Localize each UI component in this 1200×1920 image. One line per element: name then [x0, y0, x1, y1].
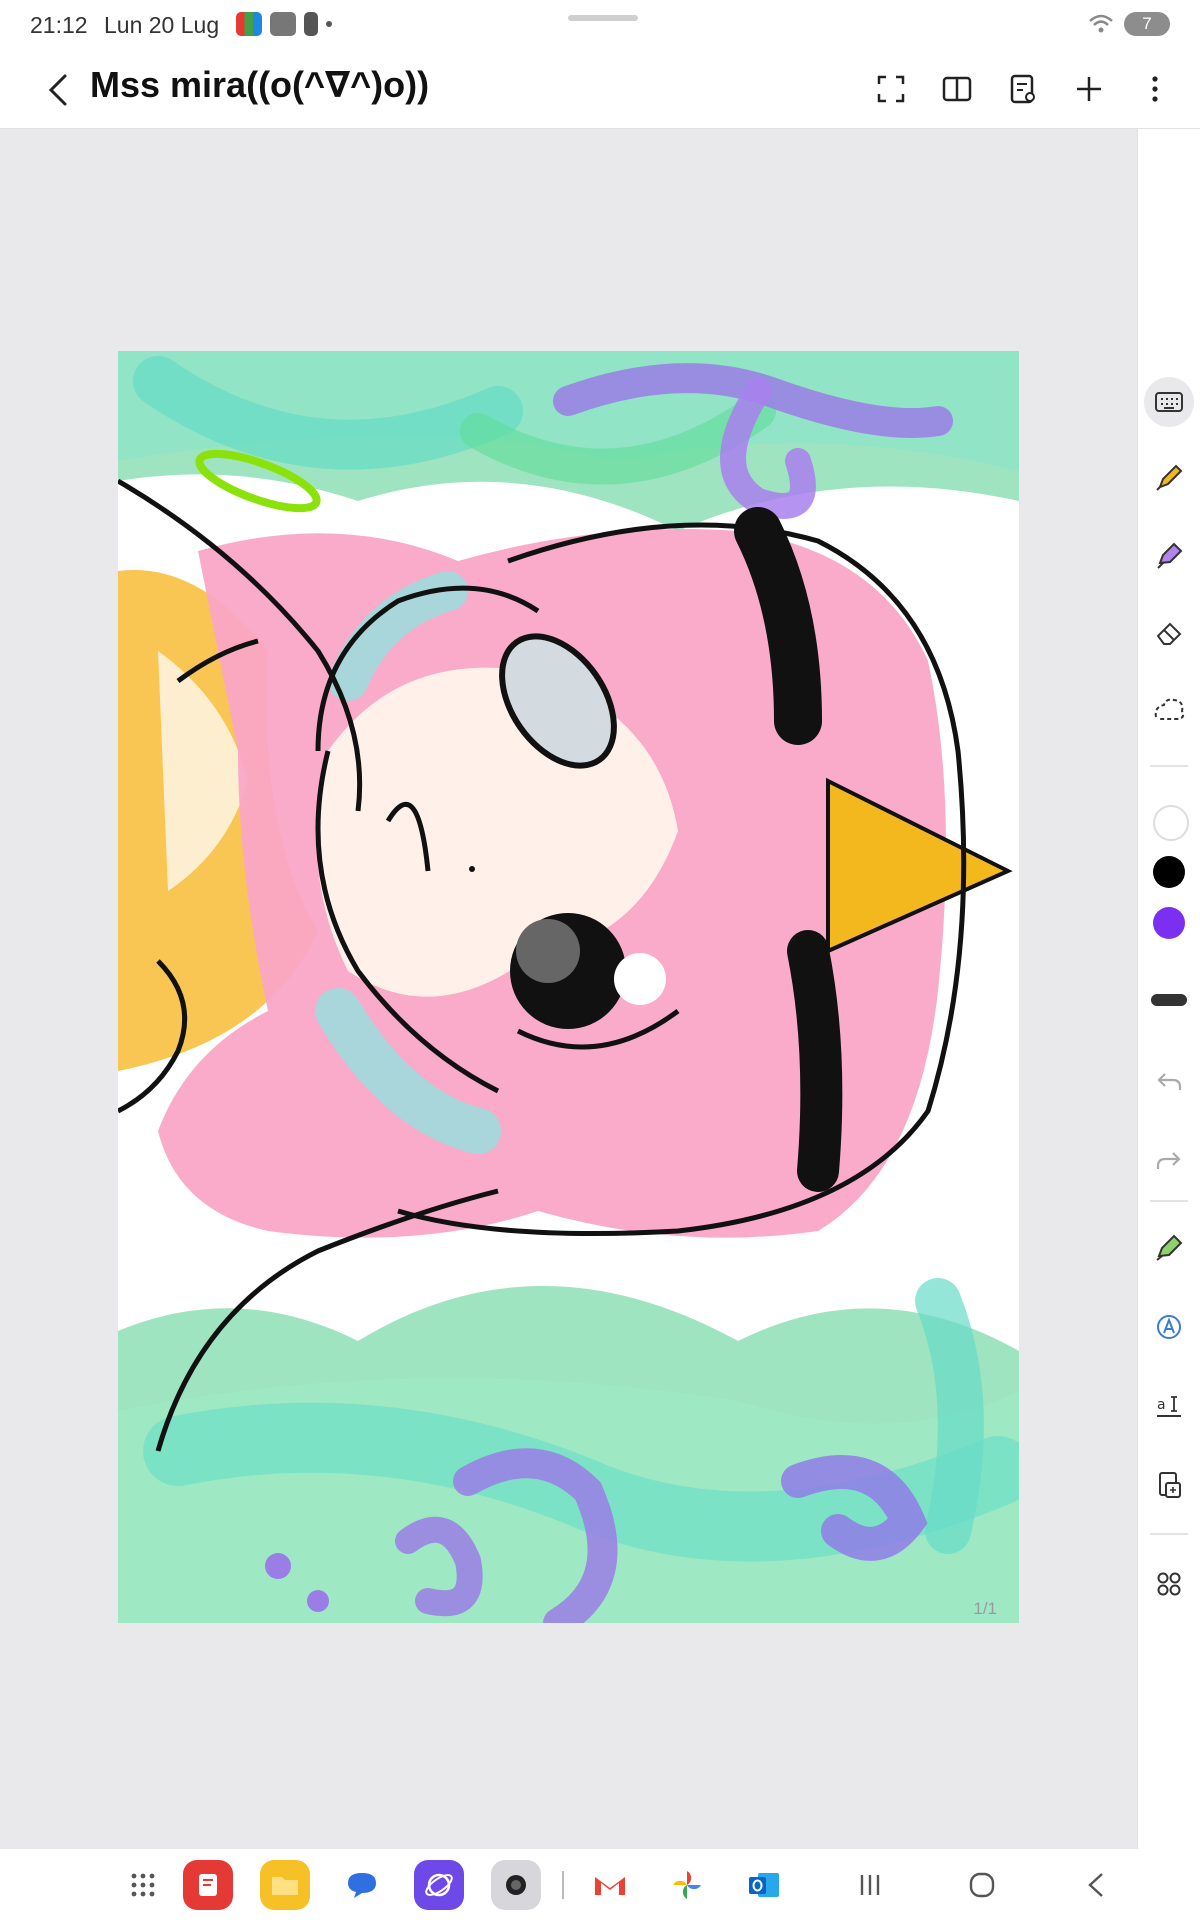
dock-divider	[562, 1871, 564, 1899]
stroke-size-button[interactable]	[1144, 975, 1194, 1025]
text-box-button[interactable]: a	[1144, 1381, 1194, 1431]
canvas-area[interactable]: 1/1	[0, 129, 1136, 1849]
pen-button[interactable]	[1144, 453, 1194, 503]
nav-back-button[interactable]	[1071, 1860, 1121, 1910]
app-bar: Mss mira((o(^∇^)o))	[0, 52, 1200, 129]
internet-app-icon	[425, 1873, 453, 1897]
drawing-page[interactable]: 1/1	[118, 351, 1019, 1623]
notes-app-button[interactable]	[183, 1860, 233, 1910]
drawing-artwork	[118, 351, 1019, 1623]
nav-back-icon	[1088, 1873, 1103, 1897]
outlook-app-button[interactable]	[739, 1860, 789, 1910]
app-drawer-button[interactable]	[118, 1860, 168, 1910]
sidebar-divider	[1150, 765, 1188, 767]
redo-button[interactable]	[1144, 1136, 1194, 1186]
sidebar-divider	[1150, 1200, 1188, 1202]
more-tools-button[interactable]	[1144, 1559, 1194, 1609]
messages-app-icon	[348, 1873, 376, 1898]
color-swatch-black[interactable]	[1153, 856, 1185, 888]
svg-text:a: a	[1157, 1397, 1166, 1413]
page-indicator: 1/1	[973, 1599, 997, 1618]
camera-app-button[interactable]	[491, 1860, 541, 1910]
battery-alert-icon	[304, 12, 318, 36]
status-date: Lun 20 Lug	[104, 12, 220, 38]
eraser-icon	[1156, 622, 1182, 645]
home-button[interactable]	[957, 1860, 1007, 1910]
highlighter-button[interactable]	[1144, 531, 1194, 581]
color-swatch-purple[interactable]	[1153, 907, 1185, 939]
drag-handle[interactable]	[568, 15, 638, 21]
gmail-app-button[interactable]	[585, 1860, 635, 1910]
fullscreen-button[interactable]	[866, 64, 916, 114]
sidebar-divider	[1150, 1533, 1188, 1535]
camera-app-icon	[506, 1875, 526, 1895]
internet-app-button[interactable]	[414, 1860, 464, 1910]
text-style-button[interactable]	[1144, 1302, 1194, 1352]
book-view-icon	[942, 76, 972, 102]
app-drawer-icon	[131, 1873, 155, 1897]
tool-sidebar: a	[1137, 129, 1200, 1849]
system-icons: 7	[1088, 12, 1170, 36]
page-settings-icon	[1010, 74, 1035, 104]
outlook-app-icon	[749, 1873, 779, 1897]
add-page-button[interactable]	[1064, 64, 1114, 114]
notification-icons	[236, 12, 332, 36]
navigation-bar	[0, 1849, 1200, 1920]
highlighter-icon	[1157, 542, 1183, 569]
lasso-button[interactable]	[1144, 685, 1194, 735]
more-tools-icon	[1157, 1572, 1181, 1596]
wifi-icon	[1089, 14, 1113, 33]
eraser-button[interactable]	[1144, 608, 1194, 658]
insert-icon	[1159, 1472, 1181, 1498]
chevron-left-icon	[48, 74, 67, 106]
color-swatch-white[interactable]	[1153, 805, 1189, 841]
top-toolbar	[866, 64, 1180, 114]
photos-app-button[interactable]	[662, 1860, 712, 1910]
gallery-notification-icon	[270, 12, 296, 36]
lasso-icon	[1154, 698, 1185, 720]
more-options-button[interactable]	[1130, 64, 1180, 114]
more-icon	[1152, 76, 1158, 102]
recent-apps-button[interactable]	[845, 1860, 895, 1910]
undo-button[interactable]	[1144, 1057, 1194, 1107]
battery-indicator: 7	[1124, 12, 1170, 36]
notes-app-icon	[199, 1874, 217, 1896]
text-box-icon: a	[1157, 1396, 1181, 1417]
app-notification-icon	[236, 12, 262, 36]
redo-icon	[1156, 1152, 1181, 1169]
keyboard-icon	[1155, 392, 1183, 412]
back-button[interactable]	[34, 66, 82, 114]
undo-icon	[1157, 1073, 1182, 1090]
pen-settings-button[interactable]	[1144, 1223, 1194, 1273]
add-icon	[1077, 77, 1101, 101]
status-bar: 21:12 Lun 20 Lug 7	[0, 0, 1200, 52]
book-view-button[interactable]	[932, 64, 982, 114]
recent-apps-icon	[860, 1875, 880, 1895]
pen-settings-icon	[1156, 1234, 1183, 1261]
messages-app-button[interactable]	[337, 1860, 387, 1910]
files-app-button[interactable]	[260, 1860, 310, 1910]
fullscreen-icon	[877, 75, 905, 103]
photos-app-icon	[673, 1871, 701, 1899]
keyboard-button[interactable]	[1144, 377, 1194, 427]
page-settings-button[interactable]	[998, 64, 1048, 114]
files-app-icon	[272, 1877, 298, 1895]
text-style-icon	[1157, 1315, 1181, 1339]
gmail-app-icon	[595, 1877, 625, 1895]
stroke-size-indicator	[1151, 994, 1187, 1006]
more-notifications-icon	[326, 21, 332, 27]
home-icon	[969, 1872, 995, 1898]
pen-icon	[1156, 464, 1183, 491]
status-time: 21:12	[30, 12, 88, 38]
note-title[interactable]: Mss mira((o(^∇^)o))	[90, 64, 429, 106]
insert-button[interactable]	[1144, 1460, 1194, 1510]
